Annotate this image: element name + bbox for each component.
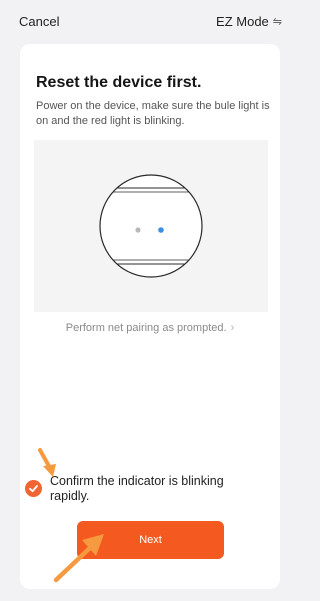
cancel-button[interactable]: Cancel <box>19 14 59 29</box>
confirm-checkbox[interactable] <box>25 480 42 497</box>
confirm-label: Confirm the indicator is blinking rapidl… <box>50 474 224 503</box>
page-title: Reset the device first. <box>36 74 202 91</box>
device-illustration <box>34 140 268 312</box>
chevron-right-icon: › <box>230 322 235 334</box>
reset-card: Reset the device first. Power on the dev… <box>20 44 280 589</box>
annotation-arrow-icon <box>53 534 104 583</box>
ez-mode-switch[interactable]: EZ Mode ⇋ <box>216 14 282 29</box>
blue-indicator-light <box>158 227 164 233</box>
swap-icon: ⇋ <box>272 16 282 28</box>
device-image <box>99 174 203 278</box>
checkmark-icon <box>29 485 38 493</box>
grey-indicator-light <box>135 227 141 233</box>
pairing-help-label: Perform net pairing as prompted. <box>65 322 227 334</box>
ez-mode-label: EZ Mode <box>216 14 269 29</box>
top-bar: Cancel EZ Mode ⇋ <box>0 0 292 42</box>
instructions-text: Power on the device, make sure the bule … <box>36 100 270 127</box>
pairing-help-link[interactable]: Perform net pairing as prompted. › <box>20 322 280 334</box>
annotation-arrow-icon <box>38 448 56 477</box>
